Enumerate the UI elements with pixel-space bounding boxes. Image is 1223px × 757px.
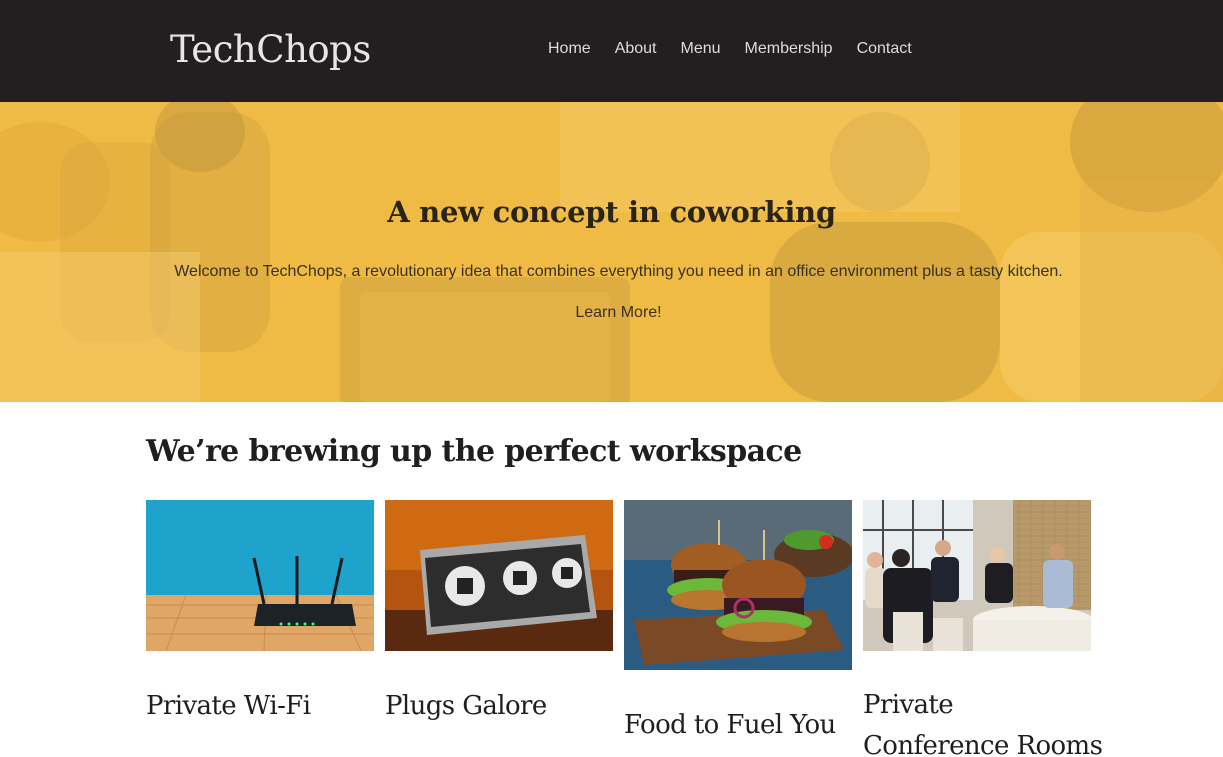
features-heading: We’re brewing up the perfect workspace — [146, 434, 802, 469]
hero-title: A new concept in coworking — [387, 195, 836, 229]
nav-contact[interactable]: Contact — [857, 39, 912, 59]
site-header: TechChops Home About Menu Membership Con… — [0, 0, 1223, 102]
nav-home[interactable]: Home — [548, 39, 591, 59]
nav-about[interactable]: About — [615, 39, 657, 59]
hero-description: Welcome to TechChops, a revolutionary id… — [174, 263, 1063, 280]
site-logo[interactable]: TechChops — [170, 28, 371, 72]
power-outlets-image — [385, 500, 613, 651]
burgers-image — [624, 500, 852, 670]
nav-menu[interactable]: Menu — [681, 39, 721, 59]
hero-color-overlay — [0, 102, 1223, 402]
nav-membership[interactable]: Membership — [745, 39, 833, 59]
feature-title: Plugs Galore — [385, 691, 547, 721]
meeting-image — [863, 500, 1091, 651]
router-image — [146, 500, 374, 651]
feature-title: Private Wi-Fi — [146, 691, 311, 721]
main-nav: Home About Menu Membership Contact — [548, 39, 912, 59]
feature-title: Private Conference Rooms — [863, 690, 1103, 757]
learn-more-link[interactable]: Learn More! — [0, 303, 1223, 323]
hero-banner: A new concept in coworking Welcome to Te… — [0, 102, 1223, 402]
feature-title: Food to Fuel You — [624, 710, 836, 740]
